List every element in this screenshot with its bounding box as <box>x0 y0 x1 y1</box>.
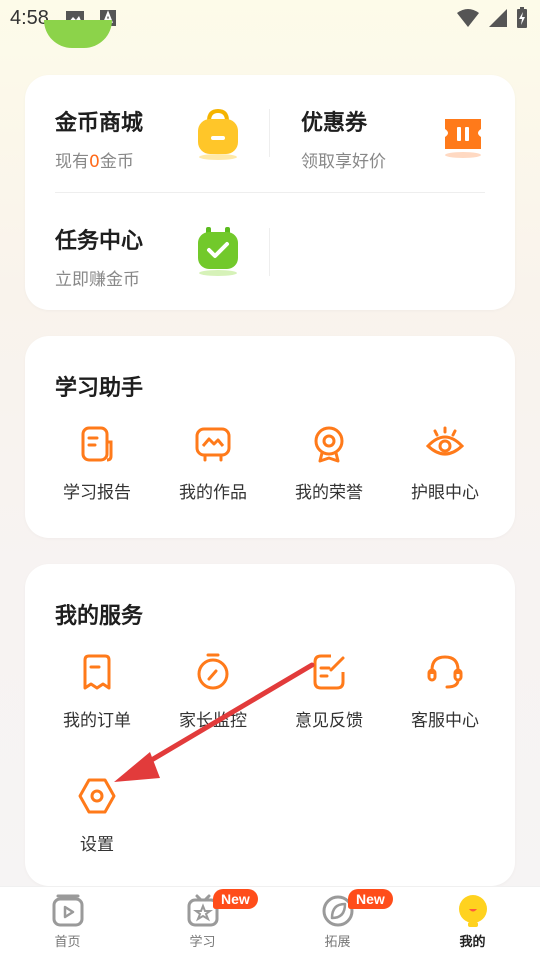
order-icon <box>83 654 111 690</box>
settings-item[interactable]: 设置 <box>39 776 155 855</box>
signal-icon <box>489 9 507 27</box>
headset-icon <box>427 655 463 689</box>
wifi-icon <box>457 9 479 27</box>
my-orders-label: 我的订单 <box>63 711 131 731</box>
avatar[interactable] <box>44 20 112 48</box>
tab-explore[interactable]: 拓展 New <box>270 887 405 960</box>
parent-control-label: 家长监控 <box>179 711 247 731</box>
my-honor-item[interactable]: 我的荣誉 <box>271 424 387 503</box>
coin-count: 0 <box>89 152 100 172</box>
my-works-label: 我的作品 <box>179 483 247 503</box>
my-honor-label: 我的荣誉 <box>295 483 363 503</box>
works-icon <box>195 427 231 462</box>
timer-icon <box>197 653 229 690</box>
coin-shop-entry[interactable]: 金币商城 现有0金币 <box>55 105 143 172</box>
new-badge: New <box>348 889 393 909</box>
honor-icon <box>314 426 344 463</box>
study-helper-title: 学习助手 <box>55 376 144 401</box>
new-badge: New <box>213 889 258 909</box>
coin-shop-sub: 现有0金币 <box>55 152 134 172</box>
coupon-sub: 领取享好价 <box>301 152 386 172</box>
eye-icon <box>425 426 465 456</box>
coupon-icon <box>445 119 481 158</box>
my-orders-item[interactable]: 我的订单 <box>39 652 155 731</box>
tab-study[interactable]: 学习 New <box>135 887 270 960</box>
feedback-icon <box>313 654 345 690</box>
me-icon <box>458 895 487 927</box>
feedback-item[interactable]: 意见反馈 <box>271 652 387 731</box>
tab-home[interactable]: 首页 <box>0 887 135 960</box>
report-icon <box>81 426 113 462</box>
task-center-title: 任务中心 <box>55 229 144 254</box>
coupon-title: 优惠券 <box>301 111 368 136</box>
tab-home-label: 首页 <box>54 935 81 950</box>
coins-card: 金币商城 现有0金币 优惠券 领取享好价 任务中心 立即赚金币 <box>25 75 515 310</box>
eye-care-label: 护眼中心 <box>411 483 479 503</box>
feedback-label: 意见反馈 <box>295 711 363 731</box>
status-time: 4:58 <box>10 6 49 29</box>
my-services-card: 我的服务 我的订单 家长监控 意见反馈 客服中心 设置 <box>25 564 515 886</box>
parent-control-item[interactable]: 家长监控 <box>155 652 271 731</box>
study-report-label: 学习报告 <box>63 483 131 503</box>
tab-me-label: 我的 <box>459 935 486 950</box>
tab-me[interactable]: 我的 <box>405 887 540 960</box>
customer-service-label: 客服中心 <box>411 711 479 731</box>
settings-label: 设置 <box>80 835 114 855</box>
bottom-tab-bar: 首页 学习 New 拓展 New 我的 <box>0 886 540 960</box>
coupon-entry[interactable]: 优惠券 领取享好价 <box>301 105 386 172</box>
home-icon <box>52 894 83 927</box>
bag-icon <box>198 109 238 160</box>
settings-icon <box>78 778 116 814</box>
tab-study-label: 学习 <box>189 935 216 950</box>
battery-icon <box>517 7 527 28</box>
task-center-entry[interactable]: 任务中心 立即赚金币 <box>55 223 143 290</box>
customer-service-item[interactable]: 客服中心 <box>387 652 503 731</box>
my-services-title: 我的服务 <box>55 604 144 629</box>
eye-care-item[interactable]: 护眼中心 <box>387 424 503 503</box>
coin-shop-title: 金币商城 <box>55 111 144 136</box>
tab-explore-label: 拓展 <box>324 935 351 950</box>
study-report-item[interactable]: 学习报告 <box>39 424 155 503</box>
study-helper-card: 学习助手 学习报告 我的作品 我的荣誉 护眼中心 <box>25 336 515 538</box>
task-center-sub: 立即赚金币 <box>55 270 140 290</box>
my-works-item[interactable]: 我的作品 <box>155 424 271 503</box>
calendar-check-icon <box>198 227 238 276</box>
